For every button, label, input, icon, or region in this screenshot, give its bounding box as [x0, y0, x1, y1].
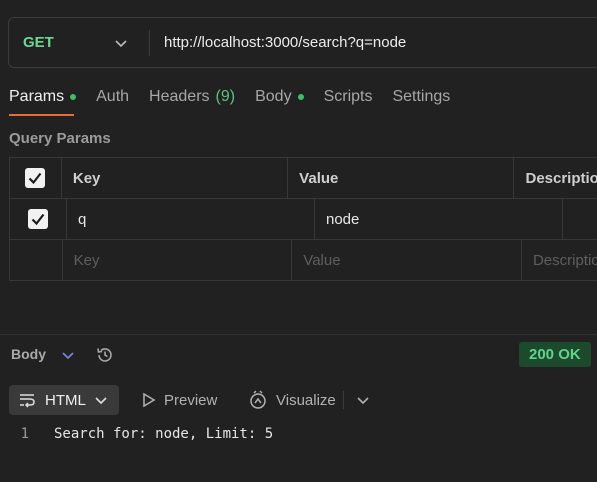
empty-check-cell: [10, 240, 63, 280]
param-description-cell[interactable]: [563, 199, 597, 239]
header-key: Key: [62, 158, 289, 198]
visualize-icon: [248, 390, 268, 410]
preview-button[interactable]: Preview: [142, 385, 217, 415]
chevron-down-icon: [94, 393, 108, 407]
url-bar: GET: [8, 17, 597, 68]
tab-settings[interactable]: Settings: [392, 86, 450, 108]
params-indicator-dot: [70, 94, 77, 100]
new-description-placeholder[interactable]: Description: [522, 240, 597, 280]
row-check-cell: [10, 199, 67, 239]
param-key-cell[interactable]: q: [67, 199, 315, 239]
more-options-dropdown[interactable]: [356, 385, 370, 415]
row-checkbox[interactable]: [28, 209, 48, 229]
select-all-cell: [10, 158, 62, 198]
tab-auth[interactable]: Auth: [96, 86, 129, 108]
response-code-line: 1 Search for: node, Limit: 5: [0, 426, 274, 442]
format-select[interactable]: HTML: [9, 385, 119, 415]
chevron-down-icon[interactable]: [61, 348, 75, 362]
chevron-down-icon: [114, 36, 128, 50]
tab-scripts[interactable]: Scripts: [324, 86, 373, 108]
status-badge: 200 OK: [519, 342, 591, 367]
line-number: 1: [20, 426, 29, 442]
table-row-empty: Key Value Description: [10, 240, 597, 281]
visualize-button[interactable]: Visualize: [248, 385, 336, 415]
method-label: GET: [23, 34, 54, 51]
select-all-checkbox[interactable]: [25, 168, 46, 188]
chevron-down-icon: [356, 393, 370, 407]
checkmark-icon: [29, 172, 42, 185]
tab-params[interactable]: Params: [9, 86, 77, 108]
new-value-placeholder[interactable]: Value: [292, 240, 522, 280]
response-divider: [0, 334, 597, 335]
query-params-table: Key Value Description q node Key Value D…: [9, 157, 597, 281]
url-input[interactable]: [150, 18, 597, 67]
active-tab-underline: [9, 114, 74, 116]
table-header-row: Key Value Description: [10, 158, 597, 199]
checkmark-icon: [31, 213, 45, 226]
app-root: GET Params Auth Headers (9) Body Scripts: [0, 0, 597, 482]
header-value: Value: [288, 158, 515, 198]
tab-headers[interactable]: Headers (9): [149, 86, 235, 108]
tab-body[interactable]: Body: [255, 86, 304, 108]
query-params-title: Query Params: [9, 130, 111, 147]
header-description: Description: [514, 158, 597, 198]
new-key-placeholder[interactable]: Key: [63, 240, 293, 280]
format-label: HTML: [45, 391, 86, 409]
table-row: q node: [10, 199, 597, 240]
request-tabs: Params Auth Headers (9) Body Scripts Set…: [9, 86, 470, 108]
method-select[interactable]: GET: [9, 18, 149, 67]
toolbar-divider: [343, 391, 344, 409]
param-value-cell[interactable]: node: [315, 199, 563, 239]
response-body-label[interactable]: Body: [11, 346, 46, 362]
code-text: Search for: node, Limit: 5: [54, 426, 274, 442]
headers-count: (9): [215, 88, 236, 105]
history-icon[interactable]: [95, 345, 115, 365]
body-indicator-dot: [297, 94, 304, 100]
play-icon: [142, 392, 156, 408]
wrap-lines-icon: [19, 392, 37, 408]
